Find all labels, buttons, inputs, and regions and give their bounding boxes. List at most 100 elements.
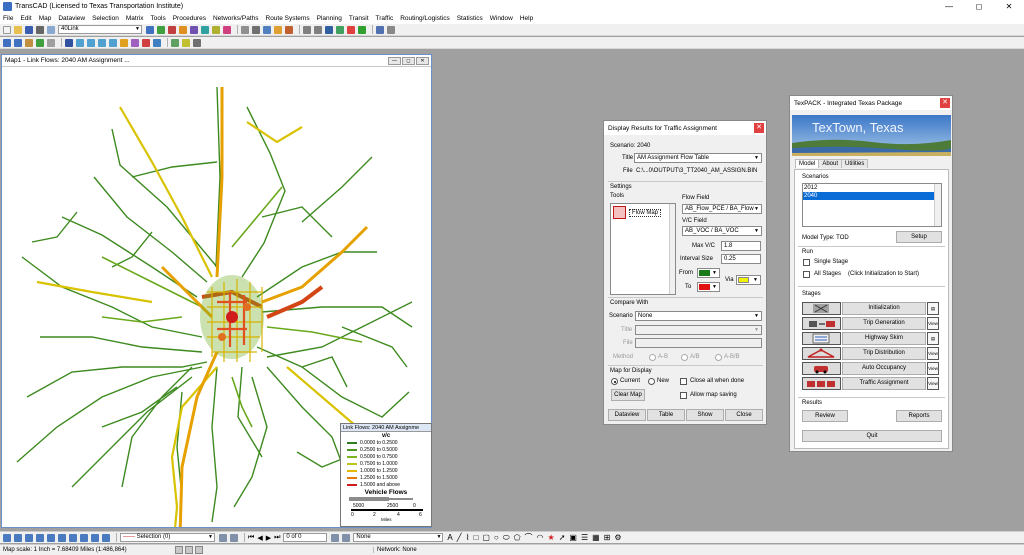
arrow-tool-icon[interactable]: ➚ [559,533,566,542]
single-stage-checkbox[interactable] [803,259,810,266]
next-record-icon[interactable]: ▶ [266,534,271,542]
display-results-close-icon[interactable]: ✕ [754,123,764,133]
menu-map[interactable]: Map [39,15,52,22]
zoom-extent-icon[interactable] [36,38,44,47]
trip-distribution-icon[interactable] [802,346,841,360]
show-button[interactable]: Show [686,409,724,421]
highlight-icon[interactable] [182,38,190,47]
menu-edit[interactable]: Edit [20,15,31,22]
map-restore-button[interactable]: ◻ [402,56,415,65]
annotation-icon[interactable] [331,533,340,542]
selection-settings-icon[interactable] [219,533,227,542]
arc-tool-icon[interactable]: ◠ [537,533,544,542]
legend-tool-icon[interactable]: ☰ [581,533,588,542]
menu-statistics[interactable]: Statistics [457,15,483,22]
menu-selection[interactable]: Selection [92,15,119,22]
measure-icon[interactable] [142,38,150,47]
menu-matrix[interactable]: Matrix [126,15,144,22]
style-icon[interactable] [223,25,231,34]
previous-record-icon[interactable]: ◀ [257,534,262,542]
line-tool-icon[interactable]: ╱ [457,533,462,542]
via-color-picker[interactable]: ▼ [736,275,761,285]
menu-window[interactable]: Window [490,15,513,22]
layout-icon[interactable] [193,38,201,47]
polyline-tool-icon[interactable]: ⌇ [466,533,470,542]
auto-occupancy-icon[interactable] [802,361,841,375]
trip-distribution-button[interactable]: Trip Distribution [842,346,926,360]
map-icon[interactable] [157,25,165,34]
clear-map-button[interactable]: Clear Map [611,389,645,401]
select-clear-tool-icon[interactable] [91,533,99,542]
scenario-item-2012[interactable]: 2012 [803,184,941,192]
menu-route-systems[interactable]: Route Systems [266,15,310,22]
settings-tool-icon[interactable]: ⚙ [614,533,621,542]
rounded-rectangle-tool-icon[interactable]: ▢ [482,533,490,542]
texpack-dialog[interactable]: TexPACK - Integrated Texas Package ✕ Tex… [789,95,953,452]
tab-about[interactable]: About [818,159,843,168]
menu-planning[interactable]: Planning [317,15,342,22]
new-file-icon[interactable] [3,25,11,34]
scenarios-list[interactable]: 2012 2040 [802,183,942,227]
formula-icon[interactable] [274,25,282,34]
text-tool-icon[interactable]: A [447,533,452,542]
select-settings-tool-icon[interactable] [102,533,110,542]
select-circle-icon[interactable] [98,38,106,47]
layer-combo[interactable]: 40Link ▼ [58,25,142,34]
menu-procedures[interactable]: Procedures [173,15,206,22]
max-vc-input[interactable]: 1.8 [721,241,761,251]
trip-distribution-view-button[interactable]: View [927,346,939,360]
to-color-picker[interactable]: ▼ [697,282,720,292]
tool-item-flow-map[interactable]: Flow Map [613,206,673,219]
network-icon[interactable] [336,25,344,34]
scenario-item-2040[interactable]: 2040 [803,192,941,200]
label-icon[interactable] [190,25,198,34]
vc-field-select[interactable]: AB_VOC / BA_VOC ▼ [682,226,762,236]
select-icon[interactable] [376,25,384,34]
legend-icon[interactable] [201,25,209,34]
undo-icon[interactable] [303,25,311,34]
traffic-assignment-button[interactable]: Traffic Assignment [842,376,926,390]
table-icon[interactable] [252,25,260,34]
selection-edit-icon[interactable] [230,533,238,542]
map-window[interactable]: Map1 - Link Flows: 2040 AM Assignment ..… [1,54,432,528]
trip-generation-button[interactable]: Trip Generation [842,316,926,330]
print-icon[interactable] [36,25,44,34]
query-icon[interactable] [263,25,271,34]
highway-skim-icon[interactable] [802,331,841,345]
select-circle-tool-icon[interactable] [25,533,33,542]
menu-file[interactable]: File [3,15,13,22]
refresh-icon[interactable] [325,25,333,34]
dataview-button[interactable]: Dataview [608,409,646,421]
reports-button[interactable]: Reports [896,410,942,422]
scenarios-scrollbar[interactable] [934,184,941,226]
freehand-tool-icon[interactable]: ⌒ [525,532,533,543]
fill-icon[interactable] [285,25,293,34]
save-icon[interactable] [25,25,33,34]
compare-scenario-select[interactable]: None ▼ [635,311,762,321]
initialization-button[interactable]: Initialization [842,301,926,315]
layout-tool-icon[interactable]: ⊞ [604,533,611,542]
map-legend[interactable]: Link Flows: 2040 AM Assignme v/c 0.0000 … [340,423,432,527]
zoom-out-icon[interactable] [14,38,22,47]
chart-icon[interactable] [168,25,176,34]
traffic-assignment-view-button[interactable]: View [927,376,939,390]
close-button[interactable]: ✕ [994,2,1024,11]
grid-icon[interactable] [241,25,249,34]
open-folder-icon[interactable] [14,25,22,34]
select-invert-tool-icon[interactable] [80,533,88,542]
map-close-button[interactable]: ✕ [416,56,429,65]
shortest-path-icon[interactable] [153,38,161,47]
select-line-tool-icon[interactable] [47,533,55,542]
image-tool-icon[interactable]: ▣ [569,533,577,542]
flow-field-select[interactable]: AB_Flow_PCE / BA_Flow ▼ [682,204,762,214]
menu-transit[interactable]: Transit [349,15,369,22]
select-tool-icon[interactable] [3,533,11,542]
from-color-picker[interactable]: ▼ [697,268,720,278]
pointer-icon[interactable] [387,25,395,34]
map-minimize-button[interactable]: — [388,56,401,65]
add-layer-icon[interactable] [171,38,179,47]
trip-generation-icon[interactable] [802,316,841,330]
annotation-layer-combo[interactable]: None ▼ [353,533,444,542]
polygon-tool-icon[interactable]: ⬠ [514,533,521,542]
menu-routing-logistics[interactable]: Routing/Logistics [400,15,450,22]
